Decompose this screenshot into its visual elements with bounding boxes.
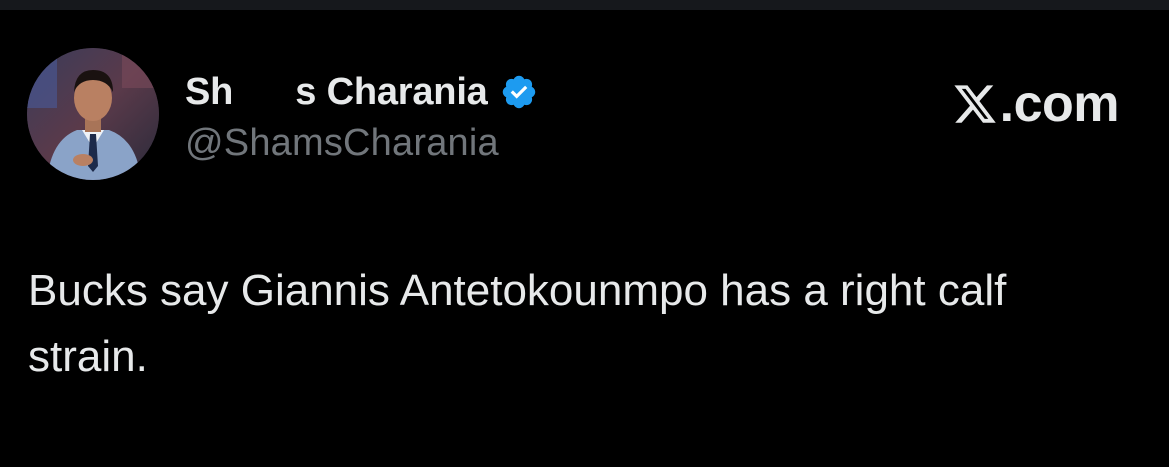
x-logo-icon (952, 81, 998, 127)
top-strip (0, 0, 1169, 10)
verified-badge-icon (500, 73, 538, 111)
avatar[interactable] (27, 48, 159, 180)
name-row: Sh s Charania (185, 70, 538, 114)
brand-watermark: .com (952, 74, 1120, 134)
tweet-card: Sh s Charania @ShamsCharania .com Bucks … (0, 10, 1169, 467)
handle[interactable]: @ShamsCharania (185, 122, 538, 165)
profile-photo-icon (27, 48, 159, 180)
display-name[interactable]: Sh s Charania (185, 71, 488, 114)
author-info: Sh s Charania @ShamsCharania (185, 70, 538, 165)
tweet-text: Bucks say Giannis Antetokounmpo has a ri… (28, 266, 1007, 381)
brand-text: .com (999, 75, 1120, 133)
